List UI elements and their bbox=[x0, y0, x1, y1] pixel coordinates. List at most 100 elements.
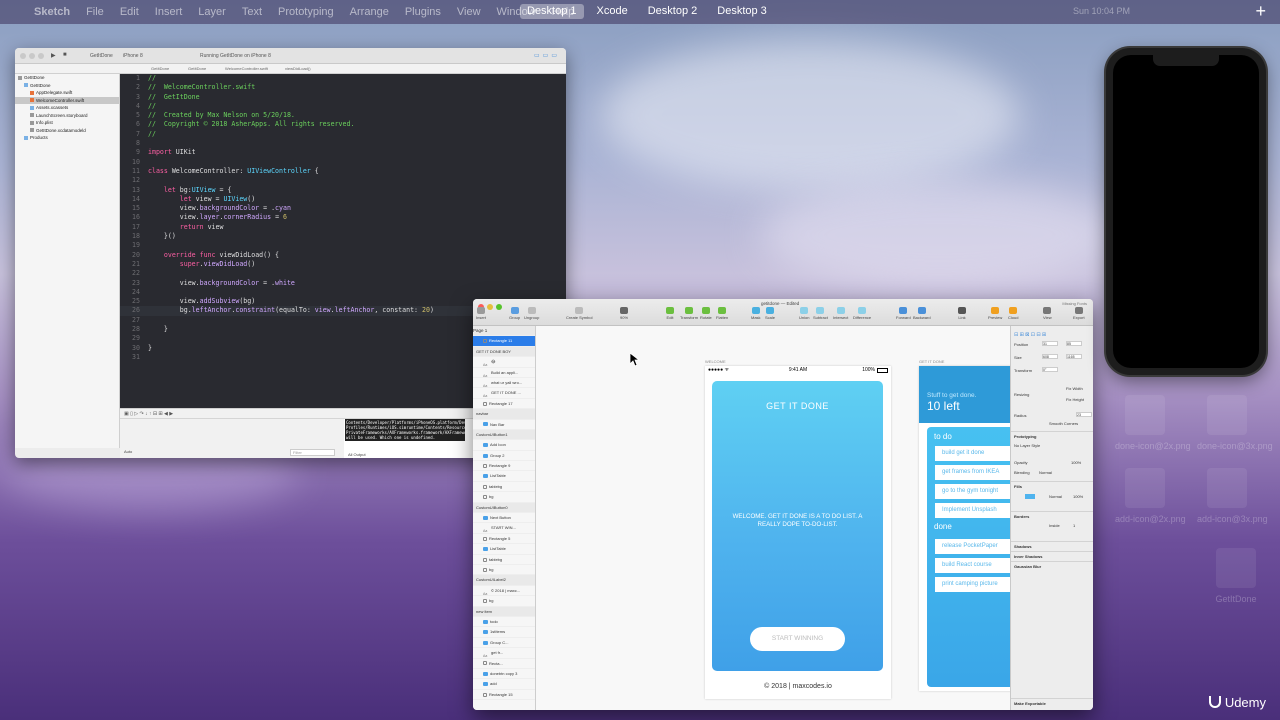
navigator-item[interactable]: AppDelegate.swift bbox=[15, 89, 119, 97]
layer-item[interactable]: AaGET IT DONE ... bbox=[473, 388, 535, 399]
toolbar-rotate-button[interactable]: Rotate bbox=[700, 307, 712, 320]
code-line[interactable]: 1 // bbox=[120, 74, 566, 83]
done-item[interactable]: build React course bbox=[935, 558, 1010, 573]
todo-item[interactable]: get frames from IKEA bbox=[935, 465, 1010, 480]
layer-item[interactable]: tablebg bbox=[473, 482, 535, 493]
navigator-item[interactable]: GetItDone bbox=[15, 74, 119, 82]
code-line[interactable]: 19 bbox=[120, 241, 566, 250]
toolbar-preview-button[interactable]: Preview bbox=[988, 307, 1002, 320]
minimize-window-icon[interactable] bbox=[487, 304, 493, 310]
menu-edit[interactable]: Edit bbox=[112, 6, 147, 18]
space-desktop-1[interactable]: Desktop 1 bbox=[520, 4, 584, 19]
code-line[interactable]: 10 bbox=[120, 158, 566, 167]
menu-arrange[interactable]: Arrange bbox=[342, 6, 397, 18]
x-field[interactable]: 31 bbox=[1042, 341, 1058, 346]
border-width[interactable]: 1 bbox=[1073, 523, 1075, 528]
simulator-screen[interactable] bbox=[1113, 55, 1259, 368]
layer-item[interactable]: Next Button bbox=[473, 513, 535, 524]
toolbar-export-button[interactable]: Export bbox=[1073, 307, 1085, 320]
navigator-item[interactable]: Products bbox=[15, 134, 119, 142]
menu-insert[interactable]: Insert bbox=[147, 6, 191, 18]
variables-filter[interactable]: Filter bbox=[290, 449, 335, 456]
code-line[interactable]: 21 super.viewDidLoad() bbox=[120, 260, 566, 269]
desktop-file[interactable]: add-icon@2x.png bbox=[1115, 468, 1186, 524]
layer-group[interactable]: CustomUILabel2 bbox=[473, 575, 535, 586]
rotate-field[interactable]: 0° bbox=[1042, 367, 1058, 372]
toolbar-insert-button[interactable]: Insert bbox=[476, 307, 486, 320]
code-line[interactable]: 6 // Copyright © 2018 AsherApps. All righ… bbox=[120, 120, 566, 129]
fill-opacity[interactable]: 100% bbox=[1073, 494, 1083, 499]
blending-select[interactable]: Normal bbox=[1039, 470, 1052, 475]
code-line[interactable]: 11 class WelcomeController: UIViewControl… bbox=[120, 167, 566, 176]
layer-group[interactable]: CustomUIButton1 bbox=[473, 429, 535, 441]
layer-group[interactable]: CustomUIButton0 bbox=[473, 502, 535, 514]
layer-item[interactable]: Add Icon bbox=[473, 440, 535, 451]
layer-item[interactable]: ListTable bbox=[473, 544, 535, 555]
sketch-canvas[interactable]: WELCOME ●●●●● ᯤ 9:41 AM 100% GET IT DONE… bbox=[536, 326, 1010, 710]
navigator-item[interactable]: Info.plist bbox=[15, 119, 119, 127]
layer-item[interactable]: donebtn copy 3 bbox=[473, 669, 535, 680]
done-item[interactable]: print camping picture bbox=[935, 577, 1010, 592]
device-selector[interactable]: iPhone 8 bbox=[123, 53, 143, 59]
layer-item[interactable]: Rectangle 15 bbox=[473, 690, 535, 701]
layer-item[interactable]: ListTable bbox=[473, 471, 535, 482]
desktop-file[interactable]: done-icon@2x.png bbox=[1115, 395, 1191, 451]
layer-item[interactable]: bg bbox=[473, 596, 535, 607]
toolbar-ungroup-button[interactable]: Ungroup bbox=[524, 307, 539, 320]
toolbar-mask-button[interactable]: Mask bbox=[751, 307, 761, 320]
layer-item[interactable]: AaBuild an appli... bbox=[473, 368, 535, 378]
toolbar-link-button[interactable]: Link bbox=[958, 307, 966, 320]
layer-item[interactable]: tablebg bbox=[473, 555, 535, 565]
todo-item[interactable]: build get it done bbox=[935, 446, 1010, 461]
variables-scope[interactable]: Auto bbox=[124, 449, 132, 454]
space-xcode[interactable]: Xcode bbox=[590, 4, 635, 19]
code-line[interactable]: 2 // WelcomeController.swift bbox=[120, 83, 566, 92]
layer-group[interactable]: new item bbox=[473, 606, 535, 617]
todo-item[interactable]: Implement Unsplash bbox=[935, 503, 1010, 518]
code-line[interactable]: 22 bbox=[120, 269, 566, 278]
welcome-artboard[interactable]: ●●●●● ᯤ 9:41 AM 100% GET IT DONE WELCOME… bbox=[705, 366, 891, 699]
toolbar-90--button[interactable]: 90% bbox=[620, 307, 628, 320]
panel-toggles-icon[interactable]: ▭▭▭ bbox=[534, 52, 560, 59]
zoom-window-icon[interactable] bbox=[496, 304, 502, 310]
shadows-section[interactable]: Shadows bbox=[1011, 541, 1093, 549]
navigator-item[interactable]: WelcomeController.swift bbox=[15, 96, 119, 104]
layer-item[interactable]: todo bbox=[473, 617, 535, 628]
layer-item[interactable]: Rectangle 11 bbox=[473, 336, 535, 347]
code-line[interactable]: 9 import UIKit bbox=[120, 148, 566, 157]
code-line[interactable]: 13 let bg:UIView = { bbox=[120, 186, 566, 195]
layer-item[interactable]: bg bbox=[473, 492, 535, 503]
fills-section[interactable]: Fills bbox=[1011, 481, 1093, 489]
jump-bar-file[interactable]: WelcomeController.swift bbox=[225, 66, 268, 71]
code-line[interactable]: 15 view.backgroundColor = .cyan bbox=[120, 204, 566, 213]
toolbar-cloud-button[interactable]: Cloud bbox=[1008, 307, 1018, 320]
radius-field[interactable]: 23 bbox=[1076, 412, 1092, 417]
layer-item[interactable]: Rectangle 5 bbox=[473, 534, 535, 545]
fill-color-swatch[interactable] bbox=[1025, 494, 1035, 499]
code-line[interactable]: 16 view.layer.cornerRadius = 6 bbox=[120, 213, 566, 222]
height-field[interactable]: 1165 bbox=[1066, 354, 1082, 359]
toolbar-create-symbol-button[interactable]: Create Symbol bbox=[566, 307, 592, 320]
menu-prototyping[interactable]: Prototyping bbox=[270, 6, 342, 18]
toolbar-edit-button[interactable]: Edit bbox=[666, 307, 674, 320]
y-field[interactable]: 85 bbox=[1066, 341, 1082, 346]
jump-bar-project[interactable]: GetItDone bbox=[151, 66, 169, 71]
stop-icon[interactable]: ■ bbox=[63, 52, 67, 58]
code-line[interactable]: 3 // GetItDone bbox=[120, 93, 566, 102]
desktop-file[interactable]: done-icon@3x.png bbox=[1197, 395, 1273, 451]
space-desktop-3[interactable]: Desktop 3 bbox=[710, 4, 774, 19]
code-line[interactable]: 7 // bbox=[120, 130, 566, 139]
done-item[interactable]: release PocketPaper bbox=[935, 539, 1010, 554]
align-tools-icon[interactable]: ⊟ ⊞ ⊠ ⊡ ⊟ ⊞ bbox=[1014, 332, 1046, 338]
layer-group[interactable]: navbar bbox=[473, 409, 535, 420]
fix-width-checkbox[interactable]: Fix Width bbox=[1066, 386, 1083, 391]
code-line[interactable]: 4 // bbox=[120, 102, 566, 111]
page-selector[interactable]: Page 1 bbox=[473, 326, 535, 337]
jump-bar-symbol[interactable]: viewDidLoad() bbox=[285, 66, 311, 71]
inner-shadows-section[interactable]: Inner Shadows bbox=[1011, 551, 1093, 559]
prototyping-section[interactable]: Prototyping bbox=[1011, 431, 1093, 439]
desktop-folder[interactable]: GetItDone bbox=[1206, 548, 1266, 604]
layer-item[interactable]: Group C... bbox=[473, 638, 535, 649]
navigator-item[interactable]: Assets.xcassets bbox=[15, 104, 119, 112]
layer-item[interactable]: add bbox=[473, 679, 535, 690]
